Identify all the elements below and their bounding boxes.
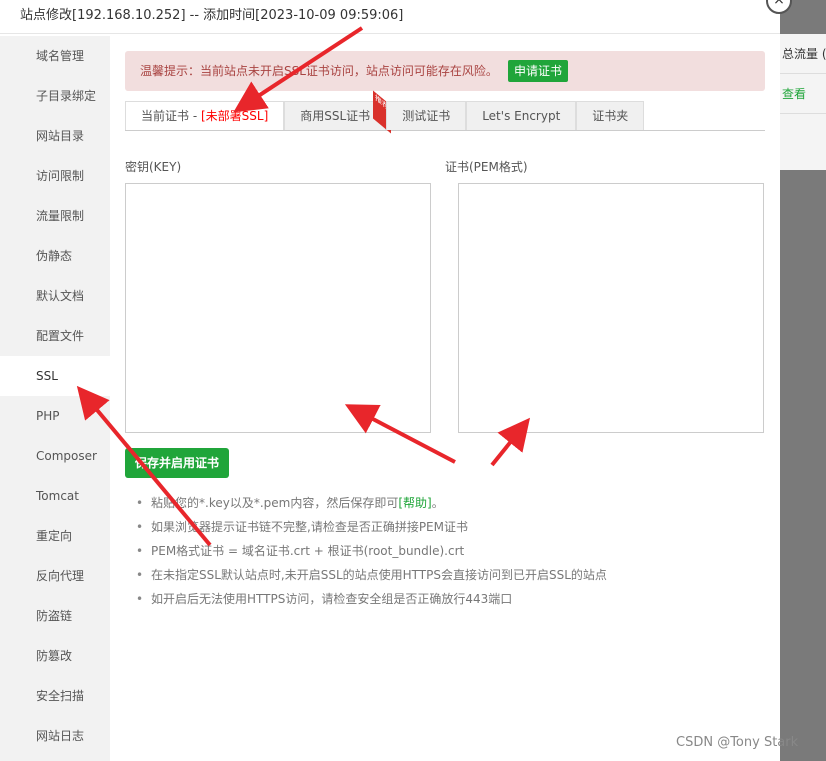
cert-status: [未部署SSL] bbox=[200, 109, 269, 123]
sidebar-item[interactable]: 防盗链 bbox=[0, 596, 110, 636]
cert-label: 证书(PEM格式) bbox=[445, 160, 528, 174]
watermark: CSDN @Tony Stark bbox=[676, 735, 799, 750]
sidebar-item[interactable]: 防篡改 bbox=[0, 636, 110, 676]
tab-label: 商用SSL证书 bbox=[300, 109, 371, 123]
sidebar-item[interactable]: 配置文件 bbox=[0, 316, 110, 356]
tips-list: 粘贴您的*.key以及*.pem内容，然后保存即可[帮助]。 如果浏览器提示证书… bbox=[125, 491, 765, 611]
cert-input[interactable] bbox=[458, 183, 764, 433]
sidebar-item[interactable]: SSL bbox=[0, 356, 110, 396]
bg-column-header: 总流量 ( bbox=[780, 34, 826, 74]
sidebar-item[interactable]: 流量限制 bbox=[0, 196, 110, 236]
tip: PEM格式证书 = 域名证书.crt + 根证书(root_bundle).cr… bbox=[136, 539, 765, 563]
key-label: 密钥(KEY) bbox=[125, 160, 182, 174]
bg-view-link: 查看 bbox=[780, 74, 826, 114]
dialog-title: 站点修改[192.168.10.252] -- 添加时间[2023-10-09 … bbox=[0, 0, 780, 34]
warning-alert: 温馨提示：当前站点未开启SSL证书访问，站点访问可能存在风险。 申请证书 bbox=[125, 51, 765, 91]
sidebar-item[interactable]: 域名管理 bbox=[0, 36, 110, 76]
apply-cert-button[interactable]: 申请证书 bbox=[507, 60, 568, 82]
tip: 如开启后无法使用HTTPS访问，请检查安全组是否正确放行443端口 bbox=[136, 587, 765, 611]
tab-commercial-ssl[interactable]: 商用SSL证书 推荐 bbox=[284, 90, 392, 134]
site-edit-dialog: 站点修改[192.168.10.252] -- 添加时间[2023-10-09 … bbox=[0, 0, 780, 761]
sidebar: 域名管理 子目录绑定 网站目录 访问限制 流量限制 伪静态 默认文档 配置文件 SSL PHP Co… bbox=[0, 36, 110, 761]
sidebar-item[interactable]: 重定向 bbox=[0, 516, 110, 556]
tip-text: 粘贴您的*.key以及*.pem内容，然后保存即可 bbox=[151, 496, 399, 510]
alert-text: 温馨提示：当前站点未开启SSL证书访问，站点访问可能存在风险。 bbox=[140, 64, 498, 78]
tip: 在未指定SSL默认站点时,未开启SSL的站点使用HTTPS会直接访问到已开启SS… bbox=[136, 563, 765, 587]
tip-text: 。 bbox=[431, 496, 444, 510]
ssl-panel: 温馨提示：当前站点未开启SSL证书访问，站点访问可能存在风险。 申请证书 当前证书… bbox=[110, 36, 780, 761]
sidebar-item[interactable]: 网站日志 bbox=[0, 716, 110, 756]
sidebar-item[interactable]: Tomcat bbox=[0, 476, 110, 516]
background-table: 总流量 ( 查看 bbox=[780, 34, 826, 170]
tab-test-cert[interactable]: 测试证书 bbox=[386, 101, 467, 130]
sidebar-item[interactable]: PHP bbox=[0, 396, 110, 436]
sidebar-item[interactable]: 子目录绑定 bbox=[0, 76, 110, 116]
help-link[interactable]: [帮助] bbox=[398, 496, 431, 510]
tip: 如果浏览器提示证书链不完整,请检查是否正确拼接PEM证书 bbox=[136, 515, 765, 539]
tab-cert-folder[interactable]: 证书夹 bbox=[576, 101, 645, 130]
sidebar-item[interactable]: 反向代理 bbox=[0, 556, 110, 596]
tab-label: 当前证书 - bbox=[141, 109, 201, 123]
sidebar-item[interactable]: 访问限制 bbox=[0, 156, 110, 196]
sidebar-item[interactable]: Composer bbox=[0, 436, 110, 476]
sidebar-item[interactable]: 安全扫描 bbox=[0, 676, 110, 716]
tip: 粘贴您的*.key以及*.pem内容，然后保存即可[帮助]。 bbox=[136, 491, 765, 515]
tab-current-cert[interactable]: 当前证书 - [未部署SSL] bbox=[125, 101, 285, 130]
key-input[interactable] bbox=[125, 183, 431, 433]
sidebar-item[interactable]: 网站目录 bbox=[0, 116, 110, 156]
sidebar-item[interactable]: 伪静态 bbox=[0, 236, 110, 276]
sidebar-item[interactable]: 默认文档 bbox=[0, 276, 110, 316]
cert-tabs: 当前证书 - [未部署SSL] 商用SSL证书 推荐 测试证书 Let's Enc… bbox=[125, 90, 765, 134]
tab-lets-encrypt[interactable]: Let's Encrypt bbox=[466, 101, 577, 130]
save-enable-cert-button[interactable]: 保存并启用证书 bbox=[125, 448, 230, 478]
